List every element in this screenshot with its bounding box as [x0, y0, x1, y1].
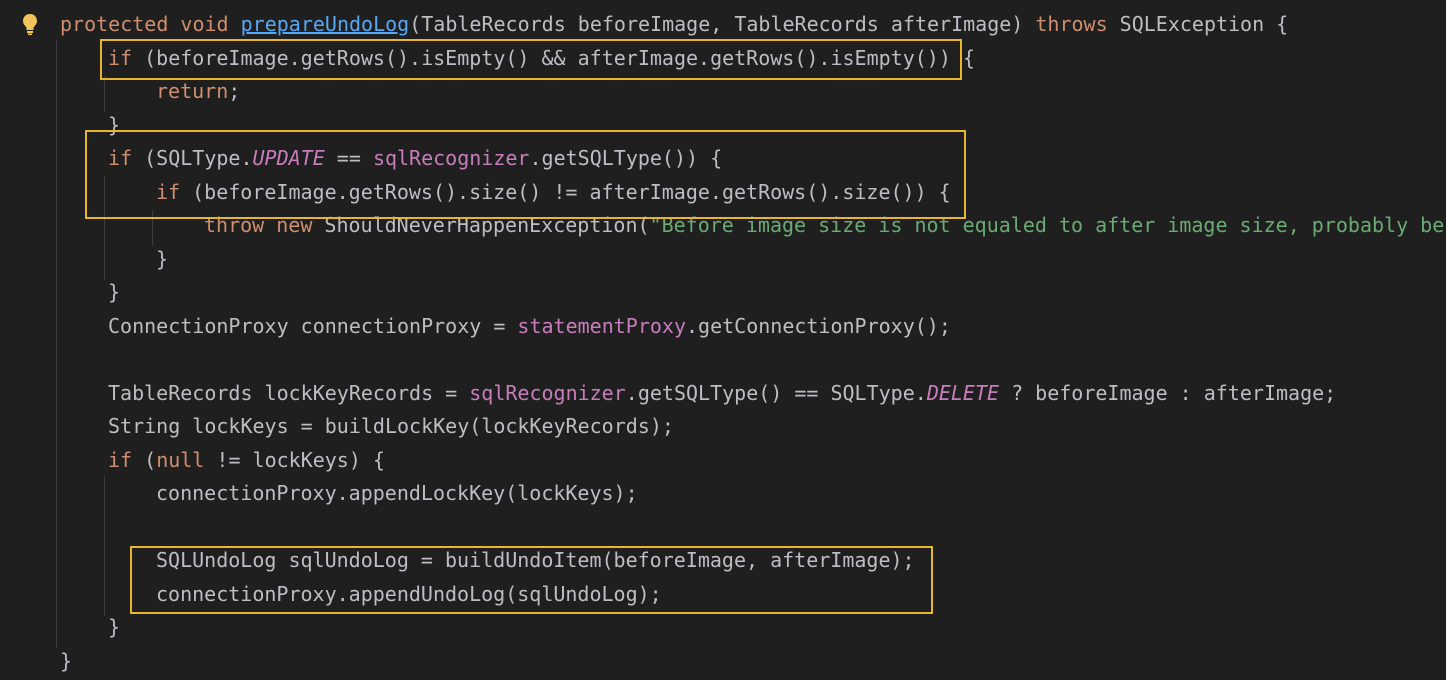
- code-token: (: [132, 447, 157, 472]
- lightbulb-icon[interactable]: [20, 12, 40, 36]
- code-token: .getConnectionProxy();: [685, 313, 951, 338]
- code-token: ;: [228, 79, 241, 103]
- highlight-box-update-check: [85, 130, 966, 219]
- code-token: if: [108, 447, 133, 472]
- code-token: ConnectionProxy connectionProxy =: [108, 313, 518, 338]
- code-token: return: [156, 79, 229, 103]
- code-line[interactable]: ConnectionProxy connectionProxy = statem…: [108, 310, 951, 344]
- code-line[interactable]: }: [108, 611, 120, 645]
- code-token: DELETE: [926, 380, 1000, 405]
- highlight-box-empty-check: [100, 39, 962, 80]
- code-token: sqlRecognizer: [469, 380, 626, 405]
- indent-guide: [56, 40, 57, 648]
- code-token: != lockKeys) {: [204, 447, 385, 472]
- code-token: ? beforeImage : afterImage;: [999, 380, 1337, 405]
- code-token: connectionProxy.appendLockKey(lockKeys);: [156, 481, 638, 505]
- code-token: statementProxy: [517, 313, 686, 338]
- code-token: }: [108, 280, 121, 304]
- code-token: prepareUndoLog: [240, 12, 410, 36]
- code-line[interactable]: connectionProxy.appendLockKey(lockKeys);: [156, 477, 638, 511]
- code-line[interactable]: String lockKeys = buildLockKey(lockKeyRe…: [108, 410, 674, 444]
- indent-guide: [104, 476, 105, 616]
- highlight-box-undo-log: [130, 546, 933, 614]
- code-line[interactable]: }: [156, 243, 168, 277]
- code-token: .getSQLType() == SQLType.: [625, 380, 927, 405]
- code-token: SQLException {: [1107, 12, 1289, 36]
- code-line[interactable]: if (null != lockKeys) {: [108, 444, 385, 478]
- code-line[interactable]: }: [108, 276, 120, 310]
- code-token: (TableRecords beforeImage, TableRecords …: [409, 12, 1036, 36]
- code-token: throws: [1035, 12, 1108, 36]
- code-token: String lockKeys = buildLockKey(lockKeyRe…: [108, 414, 674, 438]
- code-line[interactable]: TableRecords lockKeyRecords = sqlRecogni…: [108, 377, 1336, 411]
- code-token: void: [180, 12, 229, 36]
- code-line[interactable]: }: [60, 645, 72, 679]
- code-token: protected: [60, 12, 169, 36]
- code-token: }: [60, 648, 73, 673]
- code-token: TableRecords lockKeyRecords =: [108, 380, 470, 405]
- code-line[interactable]: protected void prepareUndoLog(TableRecor…: [60, 8, 1288, 42]
- indent-guide: [104, 76, 105, 112]
- code-token: }: [156, 246, 169, 271]
- code-editor[interactable]: protected void prepareUndoLog(TableRecor…: [0, 0, 1446, 680]
- code-line[interactable]: return;: [156, 75, 240, 109]
- code-token: null: [156, 447, 205, 472]
- code-token: }: [108, 615, 121, 639]
